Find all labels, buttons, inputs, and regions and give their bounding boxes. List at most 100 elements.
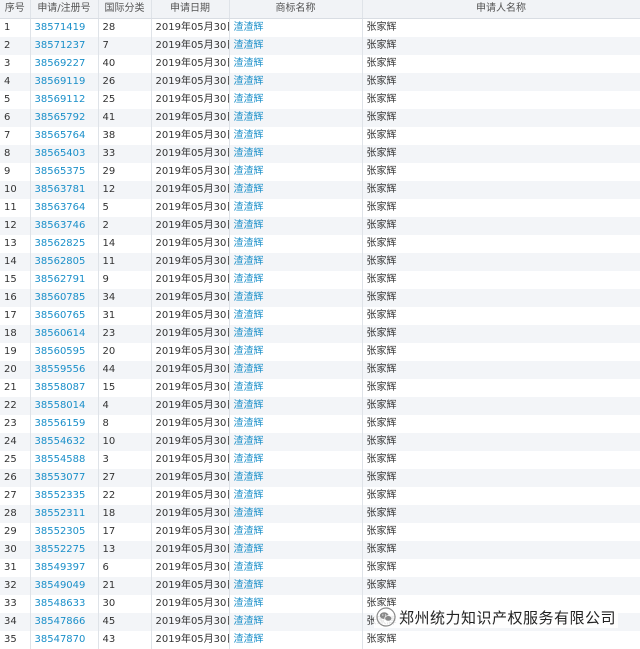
cell-reg-number[interactable]: 38560595 bbox=[30, 343, 98, 361]
cell-serial: 6 bbox=[0, 109, 30, 127]
cell-apply-date: 2019年05月30日 bbox=[151, 541, 229, 559]
cell-trademark-name[interactable]: 渣渣辉 bbox=[229, 379, 362, 397]
cell-trademark-name[interactable]: 渣渣辉 bbox=[229, 55, 362, 73]
cell-serial: 19 bbox=[0, 343, 30, 361]
cell-trademark-name[interactable]: 渣渣辉 bbox=[229, 361, 362, 379]
cell-serial: 20 bbox=[0, 361, 30, 379]
cell-reg-number[interactable]: 38569112 bbox=[30, 91, 98, 109]
cell-reg-number[interactable]: 38558014 bbox=[30, 397, 98, 415]
cell-trademark-name[interactable]: 渣渣辉 bbox=[229, 595, 362, 613]
cell-applicant: 张家辉 bbox=[362, 397, 640, 415]
cell-trademark-name[interactable]: 渣渣辉 bbox=[229, 559, 362, 577]
cell-reg-number[interactable]: 38569119 bbox=[30, 73, 98, 91]
cell-reg-number[interactable]: 38563764 bbox=[30, 199, 98, 217]
cell-reg-number[interactable]: 38571419 bbox=[30, 19, 98, 38]
cell-trademark-name[interactable]: 渣渣辉 bbox=[229, 433, 362, 451]
cell-apply-date: 2019年05月30日 bbox=[151, 235, 229, 253]
cell-reg-number[interactable]: 38569227 bbox=[30, 55, 98, 73]
cell-apply-date: 2019年05月30日 bbox=[151, 397, 229, 415]
cell-trademark-name[interactable]: 渣渣辉 bbox=[229, 451, 362, 469]
cell-reg-number[interactable]: 38549049 bbox=[30, 577, 98, 595]
cell-apply-date: 2019年05月30日 bbox=[151, 415, 229, 433]
cell-reg-number[interactable]: 38560785 bbox=[30, 289, 98, 307]
cell-class: 7 bbox=[98, 37, 151, 55]
cell-apply-date: 2019年05月30日 bbox=[151, 19, 229, 38]
cell-reg-number[interactable]: 38565375 bbox=[30, 163, 98, 181]
cell-reg-number[interactable]: 38560614 bbox=[30, 325, 98, 343]
cell-trademark-name[interactable]: 渣渣辉 bbox=[229, 91, 362, 109]
cell-serial: 30 bbox=[0, 541, 30, 559]
cell-applicant: 张家辉 bbox=[362, 307, 640, 325]
cell-reg-number[interactable]: 38571237 bbox=[30, 37, 98, 55]
cell-reg-number[interactable]: 38562805 bbox=[30, 253, 98, 271]
cell-trademark-name[interactable]: 渣渣辉 bbox=[229, 109, 362, 127]
cell-trademark-name[interactable]: 渣渣辉 bbox=[229, 73, 362, 91]
cell-serial: 29 bbox=[0, 523, 30, 541]
cell-trademark-name[interactable]: 渣渣辉 bbox=[229, 289, 362, 307]
cell-trademark-name[interactable]: 渣渣辉 bbox=[229, 217, 362, 235]
cell-applicant: 张家辉 bbox=[362, 523, 640, 541]
cell-trademark-name[interactable]: 渣渣辉 bbox=[229, 253, 362, 271]
cell-reg-number[interactable]: 38552335 bbox=[30, 487, 98, 505]
cell-trademark-name[interactable]: 渣渣辉 bbox=[229, 127, 362, 145]
cell-reg-number[interactable]: 38565403 bbox=[30, 145, 98, 163]
table-row: 838565403332019年05月30日渣渣辉张家辉 bbox=[0, 145, 640, 163]
cell-applicant: 张家辉 bbox=[362, 343, 640, 361]
cell-reg-number[interactable]: 38554588 bbox=[30, 451, 98, 469]
table-row: 1738560765312019年05月30日渣渣辉张家辉 bbox=[0, 307, 640, 325]
cell-apply-date: 2019年05月30日 bbox=[151, 469, 229, 487]
cell-reg-number[interactable]: 38556159 bbox=[30, 415, 98, 433]
cell-reg-number[interactable]: 38562825 bbox=[30, 235, 98, 253]
cell-reg-number[interactable]: 38547870 bbox=[30, 631, 98, 649]
cell-trademark-name[interactable]: 渣渣辉 bbox=[229, 631, 362, 649]
cell-trademark-name[interactable]: 渣渣辉 bbox=[229, 505, 362, 523]
cell-trademark-name[interactable]: 渣渣辉 bbox=[229, 343, 362, 361]
cell-trademark-name[interactable]: 渣渣辉 bbox=[229, 487, 362, 505]
cell-reg-number[interactable]: 38563781 bbox=[30, 181, 98, 199]
cell-reg-number[interactable]: 38552305 bbox=[30, 523, 98, 541]
cell-trademark-name[interactable]: 渣渣辉 bbox=[229, 613, 362, 631]
cell-apply-date: 2019年05月30日 bbox=[151, 127, 229, 145]
cell-reg-number[interactable]: 38562791 bbox=[30, 271, 98, 289]
cell-trademark-name[interactable]: 渣渣辉 bbox=[229, 271, 362, 289]
cell-trademark-name[interactable]: 渣渣辉 bbox=[229, 469, 362, 487]
cell-apply-date: 2019年05月30日 bbox=[151, 451, 229, 469]
cell-trademark-name[interactable]: 渣渣辉 bbox=[229, 235, 362, 253]
cell-apply-date: 2019年05月30日 bbox=[151, 433, 229, 451]
cell-trademark-name[interactable]: 渣渣辉 bbox=[229, 181, 362, 199]
cell-applicant: 张家辉 bbox=[362, 487, 640, 505]
cell-trademark-name[interactable]: 渣渣辉 bbox=[229, 523, 362, 541]
cell-reg-number[interactable]: 38552275 bbox=[30, 541, 98, 559]
cell-applicant: 张家辉 bbox=[362, 451, 640, 469]
cell-reg-number[interactable]: 38549397 bbox=[30, 559, 98, 577]
cell-trademark-name[interactable]: 渣渣辉 bbox=[229, 19, 362, 38]
cell-trademark-name[interactable]: 渣渣辉 bbox=[229, 163, 362, 181]
cell-class: 22 bbox=[98, 487, 151, 505]
cell-reg-number[interactable]: 38560765 bbox=[30, 307, 98, 325]
cell-reg-number[interactable]: 38563746 bbox=[30, 217, 98, 235]
cell-trademark-name[interactable]: 渣渣辉 bbox=[229, 415, 362, 433]
cell-trademark-name[interactable]: 渣渣辉 bbox=[229, 199, 362, 217]
trademark-table: 序号 申请/注册号 国际分类 申请日期 商标名称 申请人名称 138571419… bbox=[0, 0, 640, 649]
cell-trademark-name[interactable]: 渣渣辉 bbox=[229, 145, 362, 163]
cell-reg-number[interactable]: 38559556 bbox=[30, 361, 98, 379]
cell-trademark-name[interactable]: 渣渣辉 bbox=[229, 397, 362, 415]
cell-reg-number[interactable]: 38558087 bbox=[30, 379, 98, 397]
cell-reg-number[interactable]: 38548633 bbox=[30, 595, 98, 613]
cell-class: 38 bbox=[98, 127, 151, 145]
cell-trademark-name[interactable]: 渣渣辉 bbox=[229, 37, 362, 55]
cell-trademark-name[interactable]: 渣渣辉 bbox=[229, 541, 362, 559]
cell-reg-number[interactable]: 38553077 bbox=[30, 469, 98, 487]
cell-reg-number[interactable]: 38552311 bbox=[30, 505, 98, 523]
cell-reg-number[interactable]: 38554632 bbox=[30, 433, 98, 451]
cell-reg-number[interactable]: 38565792 bbox=[30, 109, 98, 127]
cell-class: 18 bbox=[98, 505, 151, 523]
cell-trademark-name[interactable]: 渣渣辉 bbox=[229, 307, 362, 325]
cell-serial: 15 bbox=[0, 271, 30, 289]
cell-reg-number[interactable]: 38547866 bbox=[30, 613, 98, 631]
cell-trademark-name[interactable]: 渣渣辉 bbox=[229, 577, 362, 595]
cell-trademark-name[interactable]: 渣渣辉 bbox=[229, 325, 362, 343]
cell-reg-number[interactable]: 38565764 bbox=[30, 127, 98, 145]
cell-class: 15 bbox=[98, 379, 151, 397]
cell-applicant: 张家辉 bbox=[362, 253, 640, 271]
